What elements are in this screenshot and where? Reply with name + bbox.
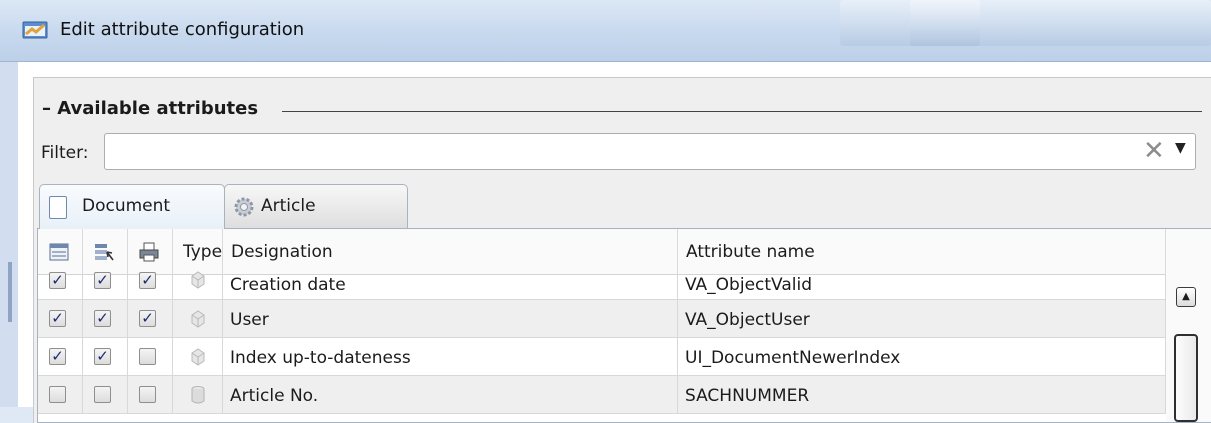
row-checkbox-list[interactable]: ✓ [49,272,66,289]
app-window-icon [22,21,48,39]
filter-input[interactable] [109,136,1113,169]
column-header-label: Attribute name [686,242,815,262]
attribute-name-cell: VA_ObjectUser [685,310,810,330]
row-checkbox-list[interactable]: ✓ [49,310,66,327]
available-attributes-group: – Available attributes Filter: ✕ ▼ Docum… [33,77,1211,423]
designation-cell: Article No. [230,386,319,406]
group-header: – Available attributes [42,98,1202,128]
table-header: Type Designation Attribute name [38,229,1211,275]
list-column-icon [49,243,69,261]
table-row[interactable]: Article No. SACHNUMMER [38,376,1166,414]
row-checkbox-print[interactable] [139,386,156,403]
column-header-print[interactable] [128,229,173,274]
table-row[interactable]: ✓ ✓ ✓ Creation date VA_ObjectValid [38,271,1166,300]
designation-cell: Index up-to-dateness [230,348,411,368]
attribute-name-cell: VA_ObjectValid [685,275,813,295]
column-header-list[interactable] [38,229,83,274]
designation-cell: User [230,310,269,330]
attributes-table: Type Designation Attribute name ✓ ✓ ✓ Cr… [37,228,1211,423]
row-checkbox-list[interactable] [49,386,66,403]
dropdown-arrow-icon[interactable]: ▼ [1175,140,1186,156]
background-window-ghost [910,0,1211,46]
table-row[interactable]: ✓ ✓ Index up-to-dateness UI_DocumentNewe… [38,338,1166,376]
column-header-designation[interactable]: Designation [223,229,678,274]
window-title: Edit attribute configuration [60,19,305,40]
dialog-client-area: – Available attributes Filter: ✕ ▼ Docum… [18,62,1211,423]
row-checkbox-print[interactable]: ✓ [139,310,156,327]
row-checkbox-print[interactable]: ✓ [139,272,156,289]
tab-label: Document [82,196,171,216]
row-checkbox-select[interactable] [94,386,111,403]
document-icon [49,196,67,219]
database-attribute-icon [191,386,205,404]
table-row[interactable]: ✓ ✓ ✓ User VA_ObjectUser [38,300,1166,338]
system-attribute-icon [191,348,205,366]
tab-document[interactable]: Document [39,184,225,229]
attribute-name-cell: SACHNUMMER [685,386,810,406]
window-left-frame [0,62,18,407]
print-column-icon [139,242,159,262]
system-attribute-icon [191,271,205,289]
column-header-attribute-name[interactable]: Attribute name [678,229,1166,274]
designation-cell: Creation date [230,275,346,295]
group-title[interactable]: – Available attributes [42,98,267,119]
tab-label: Article [261,196,316,216]
column-header-type[interactable]: Type [173,229,223,274]
system-attribute-icon [191,310,205,328]
row-checkbox-select[interactable]: ✓ [94,348,111,365]
gear-icon [234,197,254,217]
filter-label: Filter: [41,143,89,163]
clear-x-icon[interactable]: ✕ [1143,137,1165,165]
row-checkbox-select[interactable]: ✓ [94,310,111,327]
select-column-icon [95,244,114,261]
column-header-select[interactable] [83,229,128,274]
window-title-bar: Edit attribute configuration [0,0,1211,62]
tab-article[interactable]: Article [224,184,408,228]
filter-combobox[interactable]: ✕ ▼ [104,133,1196,170]
frame-resize-handle [8,262,12,322]
row-checkbox-select[interactable]: ✓ [94,272,111,289]
attribute-name-cell: UI_DocumentNewerIndex [685,348,901,368]
column-header-label: Type [183,242,223,262]
scrollbar-thumb[interactable] [1174,334,1198,422]
scroll-up-arrow-icon[interactable]: ▲ [1176,287,1196,307]
vertical-scrollbar[interactable]: ▲ [1166,274,1211,422]
column-header-label: Designation [231,242,333,262]
row-checkbox-print[interactable] [139,348,156,365]
row-checkbox-list[interactable]: ✓ [49,348,66,365]
group-divider-line [282,111,1202,112]
